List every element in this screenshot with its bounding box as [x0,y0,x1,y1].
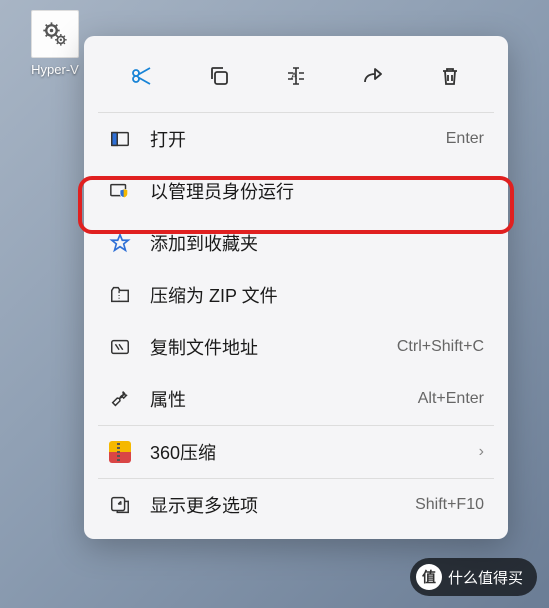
menu-label: 以管理员身份运行 [150,178,484,204]
menu-label: 压缩为 ZIP 文件 [150,282,484,308]
gears-icon [31,10,79,58]
chevron-right-icon: › [479,443,484,461]
context-menu: A 打开 Enter 以管理员身份运行 添加到收藏夹 压缩为 ZIP 文件 [84,36,508,539]
wrench-icon [108,387,132,411]
menu-item-copy-path[interactable]: 复制文件地址 Ctrl+Shift+C [92,321,500,373]
desktop-icon-label: Hyper-V [30,62,80,77]
shield-admin-icon [108,179,132,203]
menu-item-compress-zip[interactable]: 压缩为 ZIP 文件 [92,269,500,321]
share-button[interactable] [355,58,391,94]
menu-item-properties[interactable]: 属性 Alt+Enter [92,373,500,425]
scissors-icon [130,64,154,88]
watermark: 值 什么值得买 [410,558,537,596]
menu-label: 打开 [150,126,446,152]
desktop-shortcut[interactable]: Hyper-V [30,10,80,77]
svg-text:A: A [291,71,297,81]
menu-item-show-more[interactable]: 显示更多选项 Shift+F10 [92,479,500,531]
trash-icon [438,64,462,88]
menu-item-360zip[interactable]: 360压缩 › [92,426,500,478]
copy-button[interactable] [201,58,237,94]
menu-shortcut: Enter [446,130,484,148]
menu-label: 360压缩 [150,439,479,465]
share-icon [361,64,385,88]
menu-item-run-as-admin[interactable]: 以管理员身份运行 [92,165,500,217]
folder-zip-icon [108,283,132,307]
menu-label: 属性 [150,386,418,412]
menu-item-open[interactable]: 打开 Enter [92,113,500,165]
star-icon [108,231,132,255]
menu-item-add-favorites[interactable]: 添加到收藏夹 [92,217,500,269]
cut-button[interactable] [124,58,160,94]
menu-label: 添加到收藏夹 [150,230,484,256]
menu-shortcut: Alt+Enter [418,390,484,408]
rename-icon: A [284,64,308,88]
context-toolbar: A [92,44,500,112]
rename-button[interactable]: A [278,58,314,94]
delete-button[interactable] [432,58,468,94]
watermark-text: 什么值得买 [448,567,523,588]
copy-icon [207,64,231,88]
menu-shortcut: Ctrl+Shift+C [397,338,484,356]
copy-path-icon [108,335,132,359]
zip-app-icon [108,440,132,464]
menu-label: 显示更多选项 [150,492,415,518]
menu-shortcut: Shift+F10 [415,496,484,514]
open-icon [108,127,132,151]
more-options-icon [108,493,132,517]
watermark-badge: 值 [416,564,442,590]
menu-label: 复制文件地址 [150,334,397,360]
